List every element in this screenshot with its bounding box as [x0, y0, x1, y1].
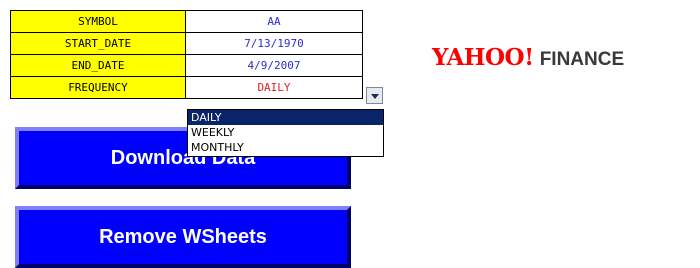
dropdown-option-weekly[interactable]: WEEKLY [188, 125, 383, 140]
frequency-dropdown-button[interactable] [366, 87, 383, 104]
frequency-value-cell[interactable]: DAILY [185, 76, 363, 99]
start-date-value-cell[interactable]: 7/13/1970 [185, 32, 363, 55]
frequency-dropdown-list: DAILY WEEKLY MONTHLY [187, 109, 384, 157]
yahoo-wordmark: YAHOO! [432, 44, 534, 71]
param-row-end-date: END_DATE 4/9/2007 [10, 54, 363, 77]
start-date-label: START_DATE [10, 32, 186, 55]
frequency-label: FREQUENCY [10, 76, 186, 99]
param-row-frequency: FREQUENCY DAILY [10, 76, 363, 99]
remove-wsheets-button[interactable]: Remove WSheets [15, 206, 351, 268]
param-row-symbol: SYMBOL AA [10, 10, 363, 33]
symbol-label: SYMBOL [10, 10, 186, 33]
chevron-down-icon [371, 94, 379, 99]
dropdown-option-daily[interactable]: DAILY [188, 110, 383, 125]
yahoo-finance-logo: YAHOO! FINANCE [432, 44, 624, 71]
dropdown-option-monthly[interactable]: MONTHLY [188, 140, 383, 155]
finance-wordmark: FINANCE [539, 49, 625, 70]
parameters-table: SYMBOL AA START_DATE 7/13/1970 END_DATE … [10, 10, 363, 99]
remove-wsheets-label: Remove WSheets [99, 225, 267, 248]
end-date-label: END_DATE [10, 54, 186, 77]
param-row-start-date: START_DATE 7/13/1970 [10, 32, 363, 55]
end-date-value-cell[interactable]: 4/9/2007 [185, 54, 363, 77]
symbol-value-cell[interactable]: AA [185, 10, 363, 33]
